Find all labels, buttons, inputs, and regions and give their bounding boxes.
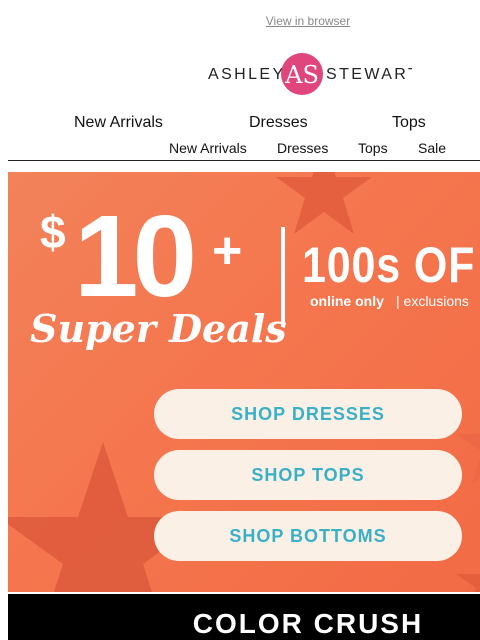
svg-text:AS: AS [284,61,319,89]
online-only-text: online only [310,293,384,309]
subnav-tops[interactable]: Tops [358,140,388,156]
subnav-dresses[interactable]: Dresses [277,140,328,156]
shop-bottoms-button[interactable]: SHOP BOTTOMS [154,511,462,561]
color-crush-banner[interactable]: COLOR CRUSH [8,594,480,640]
shop-dresses-button[interactable]: SHOP DRESSES [154,389,462,439]
exclusions-text: | exclusions [396,293,469,309]
price-value: 10 [74,191,193,321]
color-crush-title: COLOR CRUSH [192,608,424,639]
logo-wordmark-right: STEWART [326,66,412,83]
star-icon [456,574,480,592]
subnav-new-arrivals[interactable]: New Arrivals [169,140,247,156]
hero-banner[interactable]: $ 10 + Super Deals 100s OF ST online onl… [8,172,480,592]
star-icon [276,172,372,234]
subnav-sale[interactable]: Sale [418,140,446,156]
secondary-nav: New Arrivals Dresses Tops Sale [0,140,480,158]
ashley-stewart-logo[interactable]: ASHLEY AS STEWART [208,52,412,96]
primary-nav: New Arrivals Dresses Tops [0,114,480,136]
hero-headline: 100s OF ST [302,237,480,293]
super-deals-tagline: Super Deals [30,306,287,351]
price-plus: + [212,222,242,280]
nav-new-arrivals[interactable]: New Arrivals [74,114,163,132]
hero-vertical-rule [281,227,285,327]
price-dollar: $ [40,206,66,258]
nav-divider [8,160,480,161]
shop-tops-button[interactable]: SHOP TOPS [154,450,462,500]
nav-tops[interactable]: Tops [392,114,426,132]
nav-dresses[interactable]: Dresses [249,114,308,132]
logo-wordmark-left: ASHLEY [208,66,286,83]
view-in-browser-link[interactable]: View in browser [0,14,480,28]
